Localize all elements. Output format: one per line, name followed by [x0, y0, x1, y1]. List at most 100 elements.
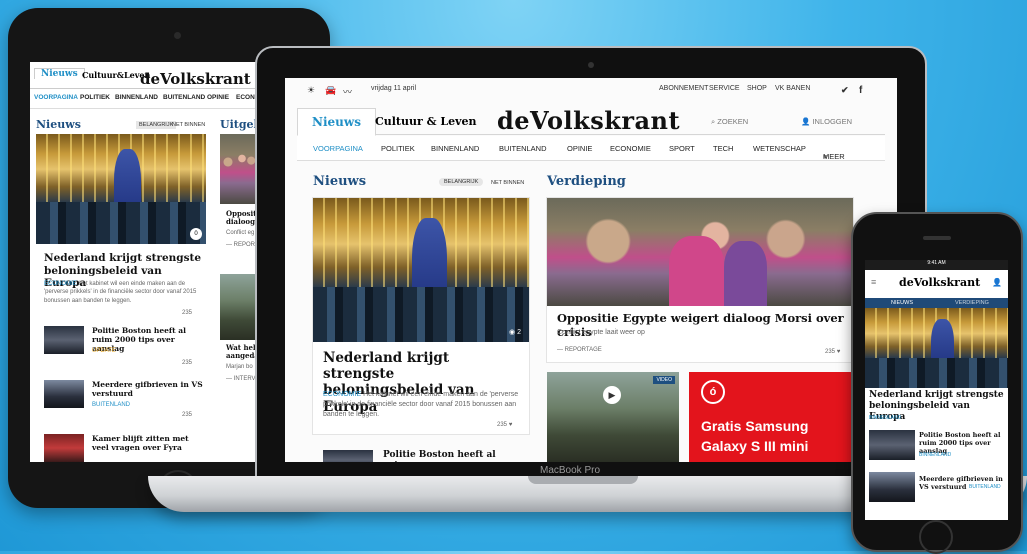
volkskrant-logo[interactable]: deVolkskrant — [899, 276, 980, 289]
photo-count-badge: ◉ 2 — [509, 329, 521, 336]
comment-count: 235 — [825, 349, 836, 355]
verdieping-image[interactable] — [547, 198, 853, 306]
user-icon: 👤 — [801, 117, 813, 126]
iphone-tabs: NIEUWS VERDIEPING — [865, 298, 1008, 308]
item-category[interactable]: BUITENLAND — [92, 402, 130, 408]
macbook-device: ☀ 🚘 〰 vrijdag 11 april ABONNEMENT SERVIC… — [255, 46, 927, 480]
login-button[interactable]: 👤 INLOGGEN — [801, 117, 852, 126]
tab-nieuws[interactable]: Nieuws — [297, 108, 376, 136]
link-shop[interactable]: SHOP — [747, 85, 767, 92]
side-image[interactable] — [220, 134, 260, 204]
lead-category[interactable]: ECONOMIE — [323, 391, 361, 398]
verdieping-subtitle: Conflict egypte laait weer op — [557, 329, 645, 336]
volkskrant-logo[interactable]: deVolkskrant — [497, 106, 680, 135]
lead-comment-count[interactable]: 235 ♥ — [497, 422, 512, 428]
lead-category[interactable]: BINNENLAND — [869, 415, 901, 421]
ipad-camera — [174, 32, 181, 39]
pill-belangrijk[interactable]: BELANGRIJK — [439, 178, 484, 186]
verdieping-tag: — REPORTAGE — [557, 347, 602, 353]
item-category[interactable]: BUITENLAND — [969, 484, 1001, 490]
nav-tech[interactable]: TECH — [713, 144, 733, 153]
photo-count: 2 — [517, 329, 521, 336]
heart-icon: ♥ — [836, 349, 841, 355]
nav-voorpagina[interactable]: VOORPAGINA — [34, 94, 78, 101]
iphone-speaker — [923, 236, 951, 240]
samsung-ad[interactable]: ó Gratis Samsung Galaxy S III mini — [689, 372, 853, 462]
section-verdieping: Verdieping — [547, 174, 626, 189]
item-category[interactable]: BINNENLAND — [919, 452, 951, 458]
ad-subline: Galaxy S III mini — [701, 438, 809, 454]
chart-icon[interactable]: 〰 — [343, 85, 352, 98]
pill-belangrijk[interactable]: BELANGRIJK — [136, 121, 177, 129]
tab-nieuws[interactable]: Nieuws — [34, 68, 85, 79]
nav-voorpagina[interactable]: VOORPAGINA — [313, 144, 363, 153]
main-nav: VOORPAGINA POLITIEK BINNENLAND BUITENLAN… — [297, 136, 885, 161]
nav-wetenschap[interactable]: WETENSCHAP — [753, 144, 806, 153]
lead-summary: ECONOMIE Het kabinet wil een einde maken… — [323, 390, 519, 420]
nav-opinie[interactable]: OPINIE — [567, 144, 592, 153]
item-comment-count[interactable]: 235 — [182, 360, 192, 366]
item-thumb[interactable] — [869, 430, 915, 460]
user-icon[interactable]: 👤 — [992, 278, 1002, 287]
tab-cultuur[interactable]: Cultuur & Leven — [375, 115, 477, 128]
comment-count: 235 — [497, 422, 508, 428]
section-nieuws: Nieuws — [313, 174, 367, 189]
item-thumb[interactable] — [44, 380, 84, 408]
tab-verdieping[interactable]: VERDIEPING — [955, 300, 989, 306]
vodafone-logo-icon: ó — [701, 380, 725, 404]
menu-icon[interactable]: ≡ — [871, 277, 876, 287]
link-vk-banen[interactable]: VK BANEN — [775, 85, 810, 92]
item-category[interactable]: UPDATE — [92, 348, 116, 354]
lead-image[interactable]: 0 — [36, 134, 206, 244]
item-title[interactable]: Meerdere gifbrieven in VS verstuurd — [92, 380, 206, 398]
verdieping-card[interactable]: Oppositie Egypte weigert dialoog Morsi o… — [547, 198, 853, 362]
iphone-device: 9:41 AM ≡ deVolkskrant 👤 NIEUWS VERDIEPI… — [851, 212, 1023, 554]
tab-nieuws[interactable]: NIEUWS — [891, 300, 913, 306]
nav-buitenland[interactable]: BUITENLAND — [499, 144, 547, 153]
nav-opinie[interactable]: OPINIE — [207, 94, 229, 101]
item-thumb[interactable] — [44, 326, 84, 354]
volkskrant-logo[interactable]: deVolkskrant — [140, 70, 251, 88]
link-service[interactable]: SERVICE — [709, 85, 740, 92]
verdieping-comment-count[interactable]: 235 ♥ — [825, 349, 840, 355]
side-image[interactable] — [220, 274, 260, 340]
video-badge: VIDEO — [653, 376, 675, 384]
nav-politiek[interactable]: POLITIEK — [381, 144, 415, 153]
photo-count-badge: 0 — [190, 228, 202, 240]
iphone-home-button[interactable] — [919, 520, 953, 554]
pill-net-binnen[interactable]: NET BINNEN — [491, 180, 524, 186]
nav-sport[interactable]: SPORT — [669, 144, 695, 153]
item-title[interactable]: Kamer blijft zitten met veel vragen over… — [92, 434, 206, 452]
pill-net-binnen[interactable]: NET BINNEN — [172, 122, 205, 128]
macbook-screen: ☀ 🚘 〰 vrijdag 11 april ABONNEMENT SERVIC… — [285, 78, 897, 462]
heart-icon: ♥ — [508, 422, 513, 428]
item-thumb[interactable] — [869, 472, 915, 502]
link-abonnement[interactable]: ABONNEMENT — [659, 85, 708, 92]
lead-image[interactable]: ◉ 2 — [313, 198, 529, 342]
nav-binnenland[interactable]: BINNENLAND — [431, 144, 479, 153]
facebook-icon[interactable]: f — [859, 85, 862, 96]
item-title[interactable]: Politie Boston heeft al ruim — [383, 450, 523, 462]
lead-image[interactable] — [865, 308, 1008, 388]
macbook-camera — [588, 62, 594, 68]
lead-summary: ECONOMIE Het kabinet wil een einde maken… — [44, 280, 204, 305]
item-thumb[interactable] — [323, 450, 373, 462]
lead-comment-count[interactable]: 235 — [182, 310, 192, 316]
twitter-icon[interactable]: ✔ — [841, 85, 849, 96]
lead-category[interactable]: ECONOMIE — [44, 281, 77, 287]
nav-politiek[interactable]: POLITIEK — [80, 94, 110, 101]
lead-card[interactable]: ◉ 2 Nederland krijgt strengste belonings… — [313, 198, 529, 434]
item-comment-count[interactable]: 235 — [182, 412, 192, 418]
video-thumbnail[interactable]: VIDEO ▶ — [547, 372, 679, 462]
nav-buitenland[interactable]: BUITENLAND — [163, 94, 205, 101]
clock: 9:41 AM — [927, 260, 946, 266]
sun-icon[interactable]: ☀ — [307, 85, 315, 96]
nav-economie[interactable]: ECON — [236, 94, 255, 101]
nav-economie[interactable]: ECONOMIE — [610, 144, 651, 153]
side-meta: Marjan bo — [226, 364, 253, 370]
car-icon[interactable]: 🚘 — [325, 85, 336, 96]
nav-binnenland[interactable]: BINNENLAND — [115, 94, 158, 101]
search-button[interactable]: ⌕ ZOEKEN — [711, 117, 748, 127]
item-thumb[interactable] — [44, 434, 84, 462]
play-icon[interactable]: ▶ — [603, 386, 621, 404]
